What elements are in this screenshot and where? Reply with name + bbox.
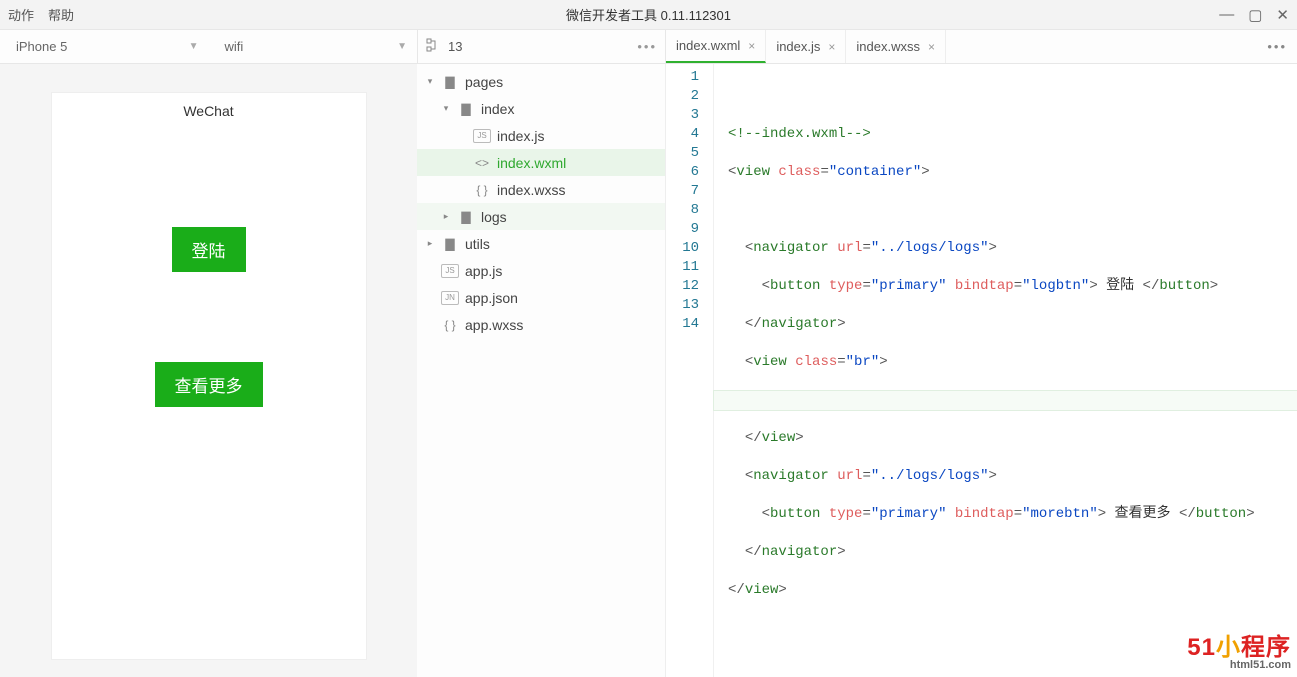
tree-folder-index[interactable]: ▾ ▇ index bbox=[417, 95, 665, 122]
maximize-icon[interactable]: ▢ bbox=[1248, 6, 1262, 24]
phone-body: 登陆 查看更多 bbox=[52, 119, 366, 407]
tab-close-icon[interactable]: × bbox=[828, 40, 835, 54]
tree-label: index bbox=[481, 101, 514, 117]
tab-label: index.js bbox=[776, 39, 820, 54]
tab-label: index.wxss bbox=[856, 39, 920, 54]
tabs-overflow-icon[interactable]: ••• bbox=[1257, 30, 1297, 63]
explorer-toolbar: 13 ••• bbox=[417, 30, 666, 63]
tree-file-index-wxss[interactable]: { } index.wxss bbox=[417, 176, 665, 203]
code-content[interactable]: <!--index.wxml--> <view class="container… bbox=[714, 64, 1297, 677]
tree-label: app.json bbox=[465, 290, 518, 306]
caret-right-icon: ▸ bbox=[441, 211, 451, 222]
tree-folder-logs[interactable]: ▸ ▇ logs bbox=[417, 203, 665, 230]
tab-index-wxss[interactable]: index.wxss × bbox=[846, 30, 946, 63]
phone-frame: WeChat 登陆 查看更多 bbox=[51, 92, 367, 660]
phone-title: WeChat bbox=[52, 93, 366, 119]
caret-down-icon: ▾ bbox=[441, 103, 451, 114]
js-file-icon: JS bbox=[441, 264, 459, 278]
tree-folder-utils[interactable]: ▸ ▇ utils bbox=[417, 230, 665, 257]
json-file-icon: JN bbox=[441, 291, 459, 305]
device-dropdown-value: iPhone 5 bbox=[16, 39, 67, 54]
login-button[interactable]: 登陆 bbox=[172, 227, 246, 272]
editor-tabs: index.wxml × index.js × index.wxss × ••• bbox=[666, 30, 1297, 63]
minimize-icon[interactable]: — bbox=[1219, 6, 1234, 24]
tree-file-index-wxml[interactable]: <> index.wxml bbox=[417, 149, 665, 176]
tree-label: index.wxss bbox=[497, 182, 565, 198]
folder-icon: ▇ bbox=[441, 75, 459, 89]
tree-folder-pages[interactable]: ▾ ▇ pages bbox=[417, 68, 665, 95]
tab-close-icon[interactable]: × bbox=[748, 39, 755, 53]
tab-index-js[interactable]: index.js × bbox=[766, 30, 846, 63]
tree-label: app.js bbox=[465, 263, 502, 279]
code-editor[interactable]: 1234567891011121314 <!--index.wxml--> <v… bbox=[666, 64, 1297, 677]
explorer-count: 13 bbox=[448, 39, 637, 54]
tree-file-app-wxss[interactable]: { } app.wxss bbox=[417, 311, 665, 338]
tree-file-index-js[interactable]: JS index.js bbox=[417, 122, 665, 149]
tab-label: index.wxml bbox=[676, 38, 740, 53]
close-icon[interactable]: ✕ bbox=[1276, 6, 1289, 24]
chevron-down-icon: ▼ bbox=[189, 41, 199, 52]
wxml-file-icon: <> bbox=[473, 156, 491, 170]
caret-down-icon: ▾ bbox=[425, 76, 435, 87]
menu-action[interactable]: 动作 bbox=[8, 5, 34, 24]
network-dropdown-value: wifi bbox=[225, 39, 244, 54]
tree-label: logs bbox=[481, 209, 507, 225]
tree-icon bbox=[426, 38, 440, 55]
simulator-controls: iPhone 5 ▼ wifi ▼ bbox=[0, 30, 417, 63]
folder-icon: ▇ bbox=[441, 237, 459, 251]
tab-close-icon[interactable]: × bbox=[928, 40, 935, 54]
device-dropdown[interactable]: iPhone 5 ▼ bbox=[0, 30, 209, 63]
wxss-file-icon: { } bbox=[473, 183, 491, 197]
wxss-file-icon: { } bbox=[441, 318, 459, 332]
tree-file-app-js[interactable]: JS app.js bbox=[417, 257, 665, 284]
file-explorer: ▾ ▇ pages ▾ ▇ index JS index.js <> index… bbox=[417, 64, 666, 677]
main: WeChat 登陆 查看更多 ▾ ▇ pages ▾ ▇ index JS in… bbox=[0, 64, 1297, 677]
tree-label: app.wxss bbox=[465, 317, 523, 333]
chevron-down-icon: ▼ bbox=[397, 41, 407, 52]
titlebar: 动作 帮助 微信开发者工具 0.11.112301 — ▢ ✕ bbox=[0, 0, 1297, 30]
line-gutter: 1234567891011121314 bbox=[666, 64, 714, 677]
view-more-button[interactable]: 查看更多 bbox=[155, 362, 263, 407]
caret-right-icon: ▸ bbox=[425, 238, 435, 249]
toolbar: iPhone 5 ▼ wifi ▼ 13 ••• index.wxml × in… bbox=[0, 30, 1297, 64]
tree-file-app-json[interactable]: JN app.json bbox=[417, 284, 665, 311]
js-file-icon: JS bbox=[473, 129, 491, 143]
tree-label: index.wxml bbox=[497, 155, 566, 171]
network-dropdown[interactable]: wifi ▼ bbox=[209, 30, 418, 63]
window-title: 微信开发者工具 0.11.112301 bbox=[566, 5, 731, 24]
tree-label: utils bbox=[465, 236, 490, 252]
simulator-pane: WeChat 登陆 查看更多 bbox=[0, 64, 417, 677]
menu-help[interactable]: 帮助 bbox=[48, 5, 74, 24]
tree-label: index.js bbox=[497, 128, 544, 144]
folder-icon: ▇ bbox=[457, 102, 475, 116]
explorer-more-icon[interactable]: ••• bbox=[637, 39, 657, 54]
tab-index-wxml[interactable]: index.wxml × bbox=[666, 30, 766, 63]
tree-label: pages bbox=[465, 74, 503, 90]
folder-icon: ▇ bbox=[457, 210, 475, 224]
